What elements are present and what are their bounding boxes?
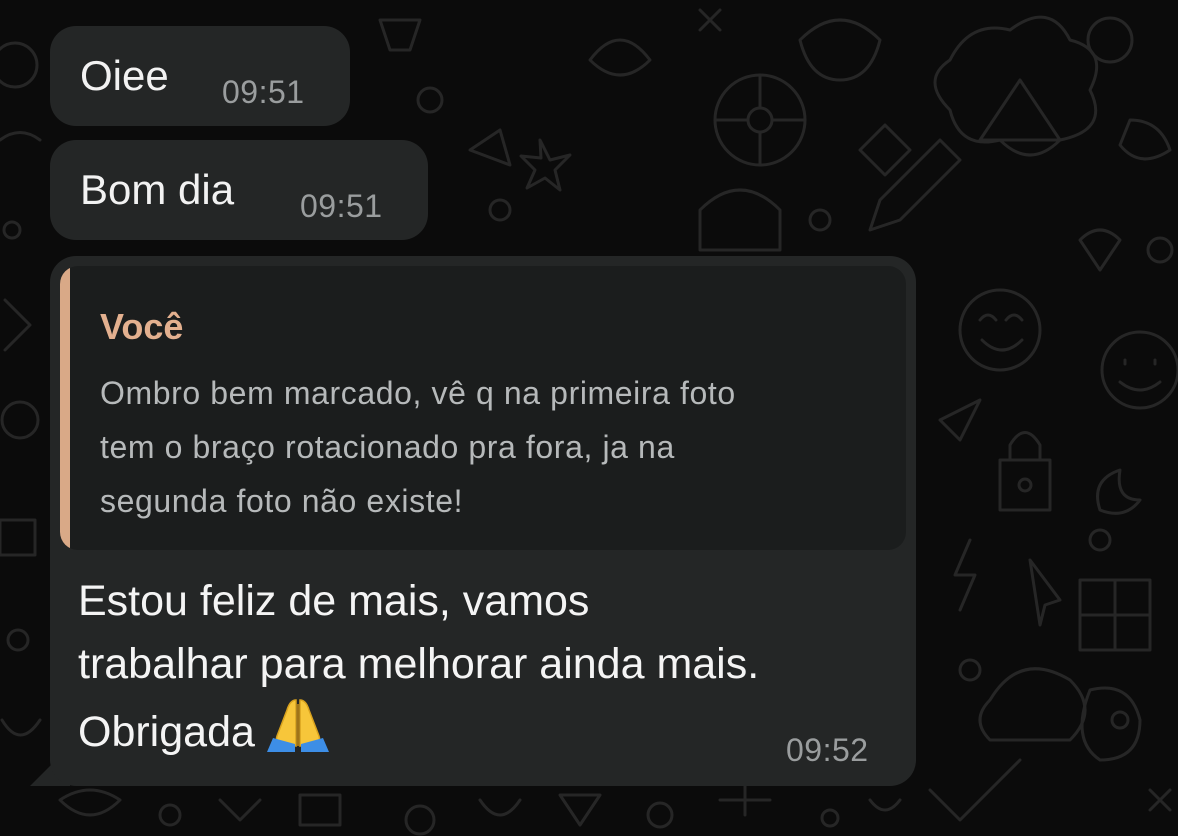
- message-line-text: Obrigada: [78, 708, 255, 756]
- quote-accent-bar: [60, 266, 70, 550]
- message-timestamp: 09:51: [300, 188, 383, 224]
- message-bubble-received[interactable]: Oiee 09:51: [50, 26, 350, 126]
- quoted-message[interactable]: Você Ombro bem marcado, vê q na primeira…: [60, 266, 906, 550]
- message-bubble-received[interactable]: Bom dia 09:51: [50, 140, 428, 240]
- message-line: Estou feliz de mais, vamos: [78, 577, 590, 625]
- message-timestamp: 09:52: [786, 732, 869, 768]
- message-text: Oiee: [80, 52, 169, 99]
- message-line: trabalhar para melhorar ainda mais.: [78, 640, 760, 688]
- quote-line: Ombro bem marcado, vê q na primeira foto: [100, 375, 736, 411]
- message-line: Obrigada: [78, 696, 908, 764]
- message-text: Estou feliz de mais, vamos trabalhar par…: [78, 570, 908, 764]
- folded-hands-icon: [266, 699, 329, 752]
- message-text: Bom dia: [80, 166, 235, 213]
- quote-line: tem o braço rotacionado pra fora, ja na: [100, 429, 675, 465]
- quote-line: segunda foto não existe!: [100, 483, 464, 519]
- message-bubble-reply[interactable]: Você Ombro bem marcado, vê q na primeira…: [50, 256, 916, 786]
- message-timestamp: 09:51: [222, 74, 305, 110]
- quote-author: Você: [100, 306, 184, 347]
- quote-text: Ombro bem marcado, vê q na primeira foto…: [100, 366, 900, 528]
